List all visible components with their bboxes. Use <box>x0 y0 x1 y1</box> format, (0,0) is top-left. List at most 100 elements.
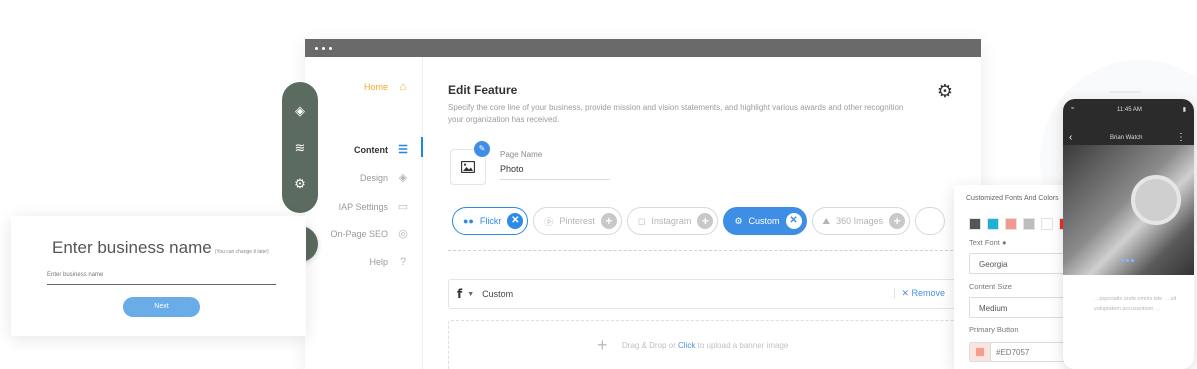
flickr-dots-icon: ●● <box>463 216 474 226</box>
target-icon: ◎ <box>398 228 408 240</box>
text-font-label-text: Text Font <box>969 238 1000 247</box>
primary-button-label: Primary Button <box>969 325 1019 334</box>
nav-label: On-Page SEO <box>330 228 388 239</box>
window-dot <box>315 46 318 50</box>
color-preview[interactable] <box>970 343 991 361</box>
content-size-select[interactable]: Medium ⌄ <box>969 297 1076 318</box>
carousel-dots <box>1121 259 1134 262</box>
tab-pinterest[interactable]: ⓟ Pinterest + <box>533 207 622 235</box>
image-icon <box>461 161 475 173</box>
upload-instructions: Drag & Drop or Click to upload a banner … <box>622 341 788 350</box>
app-window: Home ⌂ Content ☰ Design ◈ IAP Settings ▭… <box>305 39 981 369</box>
page-title: Edit Feature <box>448 83 518 97</box>
nav-item-iap-settings[interactable]: IAP Settings ▭ <box>339 200 410 213</box>
next-button[interactable]: Next <box>123 297 200 317</box>
paint-bucket-icon[interactable]: ◈ <box>291 102 309 120</box>
plus-icon: + <box>597 335 608 355</box>
nav-label: Home <box>363 82 388 92</box>
nav-item-design[interactable]: Design ◈ <box>360 171 410 184</box>
nav-item-onpage-seo[interactable]: On-Page SEO ◎ <box>330 227 410 240</box>
color-swatch[interactable] <box>987 218 999 230</box>
text-font-select[interactable]: Georgia ⌄ <box>969 253 1076 274</box>
banner-upload-dropzone[interactable]: + Drag & Drop or Click to upload a banne… <box>448 320 968 369</box>
social-link-name[interactable]: Custom <box>482 289 513 299</box>
color-swatch[interactable] <box>1023 218 1035 230</box>
tab-label: Instagram <box>651 216 692 226</box>
panorama-icon: ⛰ <box>822 215 831 226</box>
pinterest-icon: ⓟ <box>544 216 554 227</box>
content-size-value: Medium <box>979 304 1008 313</box>
upload-suffix: to upload a banner image <box>695 341 789 350</box>
business-title-hint: (You can change it later) <box>214 249 269 255</box>
primary-button-color-input[interactable]: #ED7057 <box>969 342 1076 362</box>
phone-status-bar: ≈ 11:45 AM ▮ <box>1063 106 1194 118</box>
wifi-icon: ≈ <box>1071 106 1075 112</box>
gear-icon: ⚙ <box>734 215 743 226</box>
feature-description: Specify the core line of your business, … <box>448 103 904 124</box>
close-icon[interactable]: ✕ <box>507 213 524 229</box>
floating-toolbar: ◈ ≋ ⚙ <box>282 82 318 213</box>
source-tabs: ●● Flickr ✕ ⓟ Pinterest + ◻ Instagram + … <box>452 207 946 235</box>
nav-item-content[interactable]: Content ☰ <box>354 143 410 156</box>
content-size-label: Content Size <box>969 282 1012 291</box>
facebook-icon[interactable]: f <box>457 287 462 301</box>
home-icon: ⌂ <box>399 81 407 93</box>
watch-image <box>1131 175 1181 225</box>
plus-icon[interactable]: + <box>697 213 714 229</box>
card-icon: ▭ <box>397 201 409 213</box>
settings-cog-icon[interactable]: ⚙ <box>291 175 309 193</box>
business-name-input[interactable]: Enter business name <box>47 269 276 285</box>
chevron-down-icon[interactable]: ▼ <box>467 291 474 298</box>
tab-flickr[interactable]: ●● Flickr ✕ <box>452 207 529 235</box>
help-icon: ? <box>399 256 407 268</box>
tab-instagram[interactable]: ◻ Instagram + <box>626 207 719 235</box>
layers-icon[interactable]: ≋ <box>291 139 309 157</box>
side-nav: Home ⌂ Content ☰ Design ◈ IAP Settings ▭… <box>305 57 423 369</box>
nav-item-help[interactable]: Help ? <box>369 256 410 268</box>
paint-bucket-icon: ◈ <box>398 172 408 184</box>
tab-custom[interactable]: ⚙ Custom ✕ <box>723 207 807 235</box>
window-dot <box>329 46 332 50</box>
color-swatch[interactable] <box>969 218 981 230</box>
color-swatches <box>969 218 1071 230</box>
text-font-value: Georgia <box>979 260 1008 269</box>
close-icon: ✕ <box>901 288 912 298</box>
upload-click-link[interactable]: Click <box>678 341 695 350</box>
color-swatch[interactable] <box>1041 218 1053 230</box>
business-name-card: Enter business name (You can change it la… <box>11 216 306 336</box>
remove-label: Remove <box>911 288 945 298</box>
upload-prefix: Drag & Drop or <box>622 341 679 350</box>
remove-button[interactable]: ✕ Remove <box>894 288 945 299</box>
business-title-text: Enter business name <box>52 238 212 257</box>
instagram-icon: ◻ <box>637 215 646 226</box>
page-name-input[interactable]: Photo <box>500 164 610 180</box>
phone-preview: ≈ 11:45 AM ▮ ‹ Brian Watch ⋮ …pspiciatis… <box>1063 99 1194 369</box>
more-vertical-icon[interactable]: ⋮ <box>1176 132 1186 143</box>
tab-more[interactable] <box>915 207 946 235</box>
window-dot <box>322 46 325 50</box>
tab-label: Custom <box>748 216 780 226</box>
tab-360-images[interactable]: ⛰ 360 Images + <box>811 207 911 235</box>
window-titlebar <box>305 39 981 57</box>
close-icon[interactable]: ✕ <box>785 213 802 229</box>
pencil-icon[interactable]: ✎ <box>474 141 490 157</box>
plus-icon[interactable]: + <box>600 213 617 229</box>
edit-feature-panel: Edit Feature Specify the core line of yo… <box>448 57 968 369</box>
primary-button-color-value: #ED7057 <box>996 347 1030 357</box>
color-swatch[interactable] <box>1005 218 1017 230</box>
text-font-label: Text Font ● <box>969 238 1006 247</box>
phone-screen-title: Brian Watch <box>1110 135 1143 141</box>
plus-icon[interactable]: + <box>889 213 906 229</box>
nav-item-home[interactable]: Home ⌂ <box>364 81 410 93</box>
content-lines-icon: ☰ <box>398 144 408 156</box>
watch-photo <box>1063 145 1194 275</box>
tab-label: Pinterest <box>559 216 595 226</box>
phone-time: 11:45 AM <box>1117 107 1142 113</box>
nav-label: IAP Settings <box>338 201 388 212</box>
social-link-row: f ▼ Custom ✕ Remove <box>448 279 968 309</box>
gear-icon[interactable]: ⚙ <box>935 81 955 101</box>
tab-label: Flickr <box>479 216 502 226</box>
tab-label: 360 Images <box>836 216 884 226</box>
nav-active-indicator <box>421 137 423 157</box>
back-arrow-icon[interactable]: ‹ <box>1069 132 1072 143</box>
